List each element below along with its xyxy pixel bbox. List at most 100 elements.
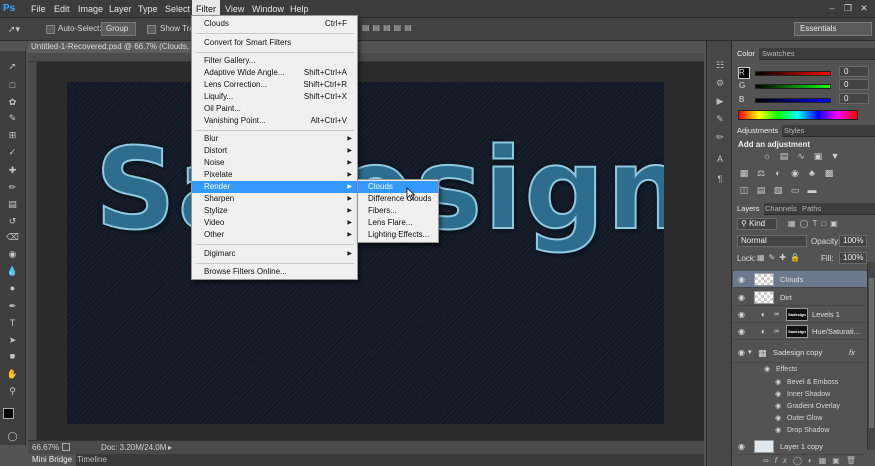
actions-panel-icon[interactable]: ▶ [714, 96, 726, 107]
quick-select-tool-icon[interactable]: ✎ [6, 113, 19, 124]
exposure-icon[interactable]: ▣ [812, 151, 824, 162]
menu-file[interactable]: File [27, 0, 50, 18]
menu-item-blur[interactable]: Blur ▶ [192, 133, 357, 145]
effects-header-row[interactable]: ◉ Effects [733, 364, 867, 376]
menu-item-noise[interactable]: Noise ▶ [192, 157, 357, 169]
visibility-eye-icon[interactable]: ◉ [738, 323, 748, 340]
align-buttons-icon[interactable]: ▤▤▤▤▤ [362, 23, 438, 35]
channel-mixer-icon[interactable]: ♣ [806, 168, 818, 179]
effect-eye-icon[interactable]: ◉ [764, 364, 770, 376]
brush-panel-icon[interactable]: ✏ [714, 132, 726, 143]
path-selection-tool-icon[interactable]: ➤ [6, 335, 19, 346]
menu-item-stylize[interactable]: Stylize ▶ [192, 205, 357, 217]
slider-r-value[interactable]: 0 [839, 66, 869, 77]
foreground-color-swatch[interactable] [3, 408, 14, 419]
menu-item-other[interactable]: Other ▶ [192, 229, 357, 241]
brightness-contrast-icon[interactable]: ☼ [761, 151, 773, 162]
hand-tool-icon[interactable]: ✋ [6, 369, 19, 380]
restore-icon[interactable]: ❐ [842, 3, 854, 14]
zoom-level[interactable]: 66.67% [32, 441, 59, 454]
tab-color[interactable]: Color [733, 48, 759, 60]
effect-eye-icon[interactable]: ◉ [775, 377, 781, 389]
black-white-icon[interactable]: ◐ [772, 168, 784, 179]
posterize-icon[interactable]: ▤ [755, 185, 767, 196]
paragraph-panel-icon[interactable]: ¶ [714, 174, 726, 185]
layer-name[interactable]: Layer 1 copy [780, 438, 823, 455]
layers-footer-icons[interactable]: ∞fx◯◐▦▣🗑 [763, 456, 863, 466]
menu-item-lens-correction[interactable]: Lens Correction... Shift+Ctrl+R [192, 79, 357, 91]
blur-tool-icon[interactable]: 💧 [6, 266, 19, 277]
effect-row[interactable]: ◉ Inner Shadow [733, 389, 867, 401]
tab-paths[interactable]: Paths [798, 203, 825, 215]
layer-row-layer1-copy[interactable]: ◉ Layer 1 copy [733, 438, 867, 455]
submenu-item-lighting-effects[interactable]: Lighting Effects... [358, 229, 438, 241]
expand-arrow-icon[interactable]: ▾ [748, 343, 752, 363]
submenu-item-clouds[interactable]: Clouds [358, 181, 438, 193]
layer-row-clouds[interactable]: ◉ Clouds [733, 271, 867, 288]
dodge-tool-icon[interactable]: ● [6, 283, 19, 294]
tab-layers[interactable]: Layers [733, 203, 764, 215]
layer-name[interactable]: Dirt [780, 289, 792, 306]
effect-row[interactable]: ◉ Drop Shadow [733, 425, 867, 437]
submenu-item-lens-flare[interactable]: Lens Flare... [358, 217, 438, 229]
auto-select-dropdown[interactable]: Group [101, 22, 136, 36]
color-spectrum-ramp[interactable] [738, 110, 858, 120]
brush-tool-icon[interactable]: ✏ [6, 182, 19, 193]
eyedropper-tool-icon[interactable]: ✓ [6, 147, 19, 158]
visibility-eye-icon[interactable]: ◉ [738, 289, 748, 306]
effect-row[interactable]: ◉ Bevel & Emboss [733, 377, 867, 389]
layer-filter-icons[interactable]: ▦◯T□▣ [788, 219, 872, 230]
slider-b-value[interactable]: 0 [839, 93, 869, 104]
menu-item-liquify[interactable]: Liquify... Shift+Ctrl+X [192, 91, 357, 103]
effect-eye-icon[interactable]: ◉ [775, 413, 781, 425]
color-lookup-icon[interactable]: ▩ [823, 168, 835, 179]
lock-icons[interactable]: ▦✎✚🔒 [757, 253, 804, 262]
visibility-eye-icon[interactable]: ◉ [738, 271, 748, 288]
status-arrow-icon[interactable]: ▸ [168, 441, 172, 454]
auto-select-checkbox[interactable] [46, 25, 55, 34]
layer-name[interactable]: Sadesign copy [773, 343, 822, 363]
eraser-tool-icon[interactable]: ⌫ [6, 232, 19, 243]
menu-item-browse-filters-online[interactable]: Browse Filters Online... [192, 266, 357, 278]
layers-scrollbar-thumb[interactable] [869, 278, 874, 428]
fill-input[interactable]: 100% [839, 252, 867, 264]
menu-item-render[interactable]: Render ▶ [192, 181, 357, 193]
marquee-tool-icon[interactable]: □ [6, 80, 19, 91]
paint-bucket-tool-icon[interactable]: ◉ [6, 249, 19, 260]
effect-row[interactable]: ◉ Outer Glow [733, 413, 867, 425]
move-tool-preset-icon[interactable]: ➚▾ [8, 23, 24, 35]
character-panel-icon[interactable]: A [714, 154, 726, 165]
link-icon[interactable]: ∞ [774, 306, 779, 323]
document-canvas[interactable]: Sadesign [67, 82, 664, 424]
menu-item-video[interactable]: Video ▶ [192, 217, 357, 229]
clone-stamp-tool-icon[interactable]: ▤ [6, 199, 19, 210]
pen-tool-icon[interactable]: ✒ [6, 301, 19, 312]
zoom-tool-icon[interactable]: ⚲ [6, 386, 19, 397]
color-balance-icon[interactable]: ⚖ [755, 168, 767, 179]
effect-eye-icon[interactable]: ◉ [775, 425, 781, 437]
fx-icon[interactable]: fx [849, 343, 855, 363]
layer-name[interactable]: Hue/Saturati... [812, 323, 860, 340]
document-tab[interactable]: Untitled-1-Recovered.psd @ 66.7% (Clouds… [28, 41, 194, 53]
menu-item-adaptive-wide-angle[interactable]: Adaptive Wide Angle... Shift+Ctrl+A [192, 67, 357, 79]
layer-row-levels[interactable]: ◉ ◐ ∞ Sadesign Levels 1 [733, 306, 867, 323]
layer-name[interactable]: Levels 1 [812, 306, 840, 323]
lasso-tool-icon[interactable]: ✿ [6, 97, 19, 108]
menu-item-last-filter[interactable]: Clouds Ctrl+F [192, 18, 357, 30]
rectangle-tool-icon[interactable]: ■ [6, 351, 19, 362]
quick-mask-icon[interactable]: ◯ [6, 431, 19, 442]
menu-select[interactable]: Select [161, 0, 194, 18]
slider-r-track[interactable] [755, 71, 831, 76]
menu-image[interactable]: Image [74, 0, 107, 18]
status-info-icon[interactable] [62, 443, 70, 451]
effect-row[interactable]: ◉ Gradient Overlay [733, 401, 867, 413]
gradient-map-icon[interactable]: ▬ [806, 185, 818, 196]
minimize-icon[interactable]: – [826, 3, 838, 14]
layer-row-sadesign-copy[interactable]: ◉ ▾ ▦ Sadesign copy fx [733, 343, 867, 363]
tab-timeline[interactable]: Timeline [73, 454, 111, 466]
tool-presets-icon[interactable]: ✎ [714, 114, 726, 125]
blend-mode-dropdown[interactable]: Normal [737, 235, 807, 247]
menu-item-sharpen[interactable]: Sharpen ▶ [192, 193, 357, 205]
properties-panel-icon[interactable]: ⚙ [714, 78, 726, 89]
menu-item-distort[interactable]: Distort ▶ [192, 145, 357, 157]
